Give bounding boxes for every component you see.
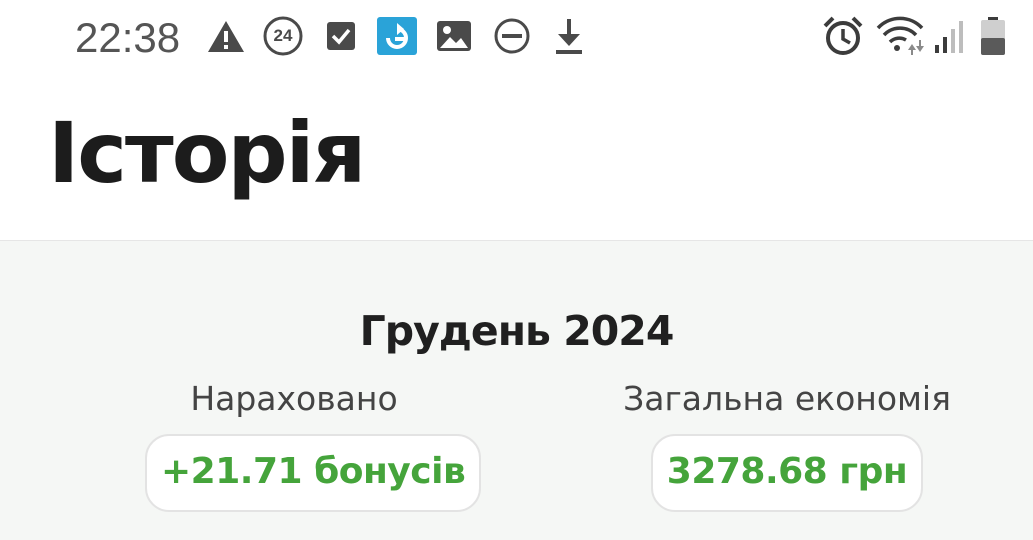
checkbox-icon (325, 16, 357, 56)
monthly-summary: Грудень 2024 Нараховано +21.71 бонусів З… (0, 241, 1033, 540)
accrued-label: Нараховано (190, 379, 398, 418)
badge-24-icon: 24 (262, 16, 304, 56)
badge-24-text: 24 (273, 26, 293, 45)
download-icon (552, 16, 586, 56)
wifi-icon (876, 16, 924, 56)
month-title: Грудень 2024 (359, 307, 675, 355)
status-time: 22:38 (75, 14, 181, 61)
alarm-icon (822, 16, 864, 56)
app-refresh-icon (375, 16, 419, 56)
signal-icon (933, 16, 967, 56)
savings-label: Загальна економія (623, 379, 951, 418)
do-not-disturb-icon (492, 16, 532, 56)
battery-icon (978, 16, 1008, 56)
warning-icon (206, 16, 246, 56)
header: Історія (0, 78, 1033, 241)
page-title: Історія (48, 104, 366, 202)
total-savings-stat: Загальна економія 3278.68 грн (620, 379, 954, 512)
image-icon (436, 16, 472, 56)
accrued-bonuses-stat: Нараховано +21.71 бонусів (145, 379, 482, 512)
accrued-value-badge: +21.71 бонусів (145, 434, 482, 512)
status-bar: 22:38 24 (0, 0, 1033, 78)
savings-value-badge: 3278.68 грн (650, 434, 924, 512)
